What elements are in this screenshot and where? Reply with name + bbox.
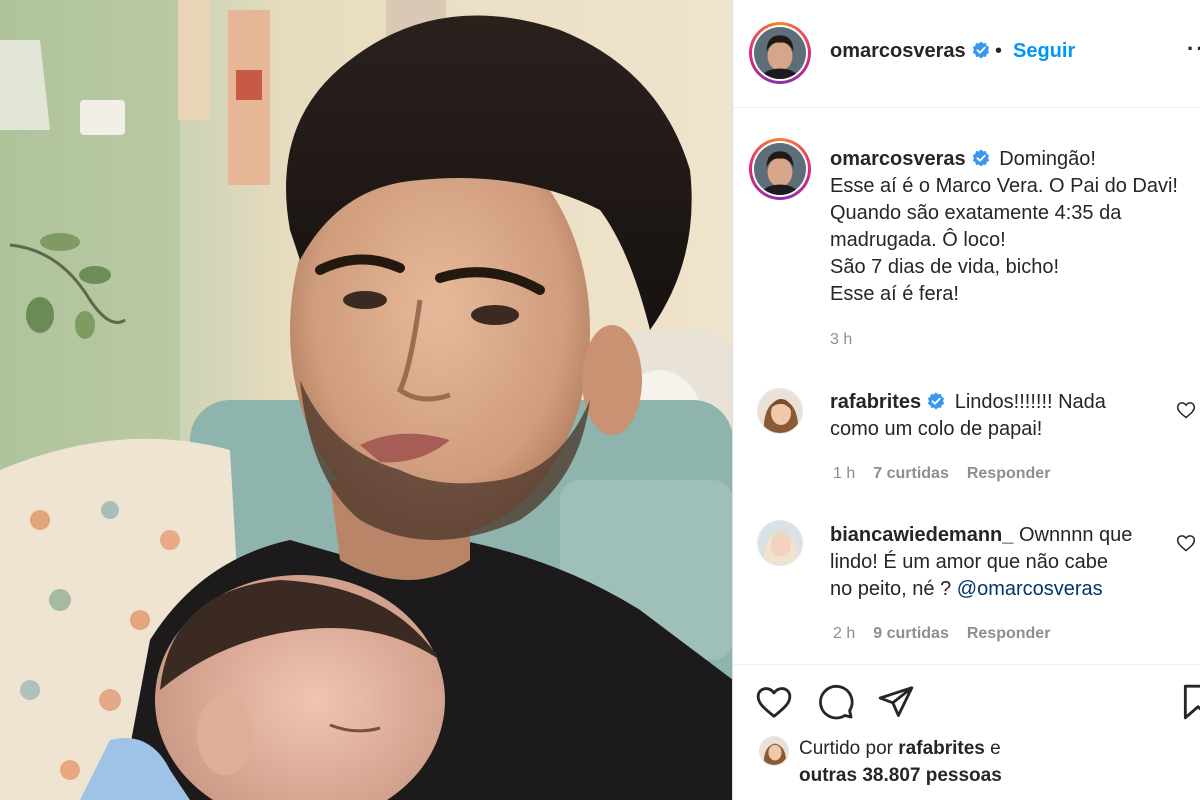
reply-button[interactable]: Responder — [967, 625, 1051, 642]
comment-avatar[interactable] — [757, 388, 803, 434]
post-caption: omarcosveras Domingão! Esse aí é o Marco… — [830, 146, 1178, 308]
reply-button[interactable]: Responder — [967, 465, 1051, 482]
post-header: omarcosveras • Seguir ··· — [733, 0, 1200, 108]
comment-2: biancawiedemann_ Ownnnn que lindo! É um … — [830, 522, 1160, 603]
header-separator: • — [995, 40, 1003, 62]
comment-text: Ownnnn que — [1018, 524, 1133, 546]
caption-username[interactable]: omarcosveras — [830, 148, 966, 170]
comment-1: rafabrites Lindos!!!!!!! Nada como um co… — [830, 389, 1160, 443]
comment-time[interactable]: 2 h — [833, 625, 855, 642]
liked-by-suffix: e — [984, 738, 1001, 759]
caption-line: São 7 dias de vida, bicho! — [830, 256, 1060, 278]
comment-username[interactable]: biancawiedemann_ — [830, 524, 1013, 546]
comment-text: como um colo de papai! — [830, 418, 1043, 440]
speech-bubble-icon[interactable] — [817, 683, 855, 721]
verified-badge-icon — [972, 41, 989, 59]
comment-avatar-image — [758, 389, 802, 433]
post-timestamp[interactable]: 3 h — [830, 331, 852, 349]
post-details-panel: omarcosveras • Seguir ··· omarcosveras D… — [733, 0, 1200, 800]
liked-by-others[interactable]: outras 38.807 pessoas — [799, 762, 1002, 789]
liked-by-prefix: Curtido por — [799, 738, 899, 759]
follow-button[interactable]: Seguir — [1013, 40, 1075, 63]
comment-meta: 1 h 7 curtidas Responder — [833, 465, 1068, 483]
comment-likes[interactable]: 7 curtidas — [873, 465, 949, 482]
more-options-icon[interactable]: ··· — [1187, 36, 1200, 62]
comment-likes[interactable]: 9 curtidas — [873, 625, 949, 642]
author-username[interactable]: omarcosveras — [830, 40, 990, 63]
liked-by-avatar[interactable] — [759, 736, 789, 766]
comment-text: no peito, né ? — [830, 578, 957, 600]
comment-like-heart-icon[interactable] — [1176, 533, 1196, 553]
caption-line: Quando são exatamente 4:35 da — [830, 202, 1122, 224]
author-avatar[interactable] — [749, 22, 811, 84]
author-username-text[interactable]: omarcosveras — [830, 40, 966, 62]
post-photo[interactable] — [0, 0, 733, 800]
heart-icon[interactable] — [755, 683, 793, 721]
caption-avatar-image — [754, 143, 806, 195]
liked-by-user[interactable]: rafabrites — [898, 738, 985, 759]
paper-plane-icon[interactable] — [877, 683, 915, 721]
caption-line: madrugada. Ô loco! — [830, 229, 1006, 251]
caption-avatar[interactable] — [749, 138, 811, 200]
verified-badge-icon — [928, 392, 945, 410]
comment-avatar[interactable] — [757, 520, 803, 566]
caption-line: Domingão! — [999, 148, 1096, 170]
caption-line: Esse aí é fera! — [830, 283, 959, 305]
post-image — [0, 0, 733, 800]
comment-username[interactable]: rafabrites — [830, 391, 921, 413]
comment-text: Lindos!!!!!!! Nada — [954, 391, 1106, 413]
comment-text: lindo! É um amor que não cabe — [830, 551, 1108, 573]
bookmark-icon[interactable] — [1179, 683, 1200, 721]
comment-meta: 2 h 9 curtidas Responder — [833, 625, 1068, 643]
caption-line: Esse aí é o Marco Vera. O Pai do Davi! — [830, 175, 1178, 197]
author-avatar-image — [754, 27, 806, 79]
comment-avatar-image — [758, 521, 802, 565]
comment-mention[interactable]: @omarcosveras — [957, 578, 1103, 600]
comment-like-heart-icon[interactable] — [1176, 400, 1196, 420]
comment-time[interactable]: 1 h — [833, 465, 855, 482]
verified-badge-icon — [972, 149, 989, 167]
liked-by-text: Curtido por rafabrites e outras 38.807 p… — [799, 735, 1002, 789]
